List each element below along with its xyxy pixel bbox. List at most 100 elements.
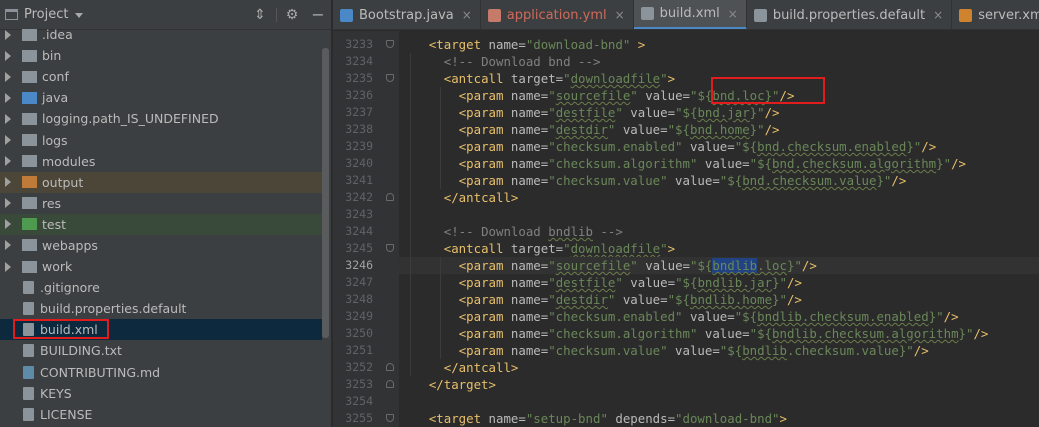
chevron-right-icon[interactable] (5, 92, 11, 103)
collapse-all-icon[interactable]: ⇕ (252, 7, 268, 23)
fold-marker-icon[interactable] (386, 380, 394, 388)
tree-item-label: logging.path_IS_UNDEFINED (42, 111, 219, 127)
tree-folder[interactable]: webapps (0, 235, 322, 256)
code-line[interactable]: <param name="checksum.value" value="${bn… (399, 342, 929, 359)
indent-guide (440, 87, 441, 189)
fold-marker-icon[interactable] (386, 40, 394, 48)
fold-marker-icon[interactable] (386, 414, 394, 422)
tree-folder[interactable]: work (0, 256, 322, 277)
project-scrollbar[interactable] (322, 48, 329, 338)
chevron-right-icon[interactable] (5, 240, 11, 251)
line-number: 3253 (345, 377, 373, 391)
fold-marker-icon[interactable] (386, 363, 394, 371)
code-line[interactable]: </target> (399, 376, 496, 393)
chevron-right-icon[interactable] (5, 261, 11, 272)
close-icon[interactable]: × (933, 8, 943, 22)
chevron-right-icon[interactable] (5, 29, 11, 40)
code-line[interactable]: <!-- Download bndlib --> (399, 223, 623, 240)
tab-label: build.properties.default (772, 7, 926, 23)
project-tree: .idea bin conf java logging.path_IS_UNDEFINE… (0, 24, 322, 425)
line-number: 3242 (345, 190, 373, 204)
tree-folder[interactable]: modules (0, 151, 322, 172)
folder-icon (22, 239, 37, 252)
chevron-right-icon[interactable] (5, 50, 11, 61)
code-line[interactable]: <param name="checksum.algorithm" value="… (399, 325, 989, 342)
chevron-right-icon[interactable] (5, 219, 11, 230)
code-line[interactable]: <param name="checksum.enabled" value="${… (399, 138, 936, 155)
tree-file[interactable]: build.properties.default (0, 298, 322, 319)
tree-folder[interactable]: logs (0, 129, 322, 150)
chevron-right-icon[interactable] (5, 156, 11, 167)
code-line[interactable]: <param name="sourcefile" value="${bndlib… (399, 257, 817, 274)
chevron-right-icon[interactable] (5, 198, 11, 209)
file-icon (23, 365, 34, 379)
file-icon (23, 281, 34, 295)
line-number: 3255 (345, 411, 373, 425)
tree-file[interactable]: KEYS (0, 383, 322, 404)
tree-file[interactable]: LICENSE (0, 404, 322, 425)
code-line[interactable]: <param name="destdir" value="${bndlib.ho… (399, 291, 802, 308)
tab-label: application.yml (506, 7, 607, 23)
code-line[interactable]: <target name="download-bnd" > (399, 36, 645, 53)
chevron-down-icon[interactable] (75, 13, 84, 18)
tree-file[interactable]: build.xml (0, 319, 322, 341)
line-number: 3236 (345, 88, 373, 102)
chevron-right-icon[interactable] (5, 177, 11, 188)
tree-folder[interactable]: logging.path_IS_UNDEFINED (0, 108, 322, 129)
tree-folder[interactable]: conf (0, 66, 322, 87)
line-number: 3235 (345, 71, 373, 85)
file-icon (23, 407, 34, 421)
line-number: 3245 (345, 241, 373, 255)
tree-item-label: output (42, 174, 84, 190)
code-line[interactable]: <!-- Download bnd --> (399, 53, 601, 70)
tree-file[interactable]: BUILDING.txt (0, 340, 322, 361)
code-line[interactable]: <param name="destfile" value="${bnd.jar}… (399, 104, 780, 121)
close-icon[interactable]: × (462, 8, 472, 22)
file-type-icon (640, 7, 654, 20)
tree-file[interactable]: CONTRIBUTING.md (0, 362, 322, 383)
line-number: 3246 (345, 258, 373, 272)
chevron-right-icon[interactable] (5, 135, 11, 146)
gear-icon[interactable]: ⚙ (284, 7, 300, 23)
editor-tab[interactable]: server.xml× (952, 0, 1039, 29)
tree-folder[interactable]: .idea (0, 24, 322, 45)
fold-marker-icon[interactable] (386, 193, 394, 201)
fold-marker-icon[interactable] (386, 74, 394, 82)
code-line[interactable]: <param name="checksum.algorithm" value="… (399, 155, 966, 172)
tree-folder[interactable]: test (0, 213, 322, 235)
header-divider (276, 8, 277, 22)
code-line[interactable]: <param name="checksum.value" value="${bn… (399, 172, 907, 189)
tree-item-label: logs (42, 132, 68, 148)
chevron-right-icon[interactable] (5, 113, 11, 124)
code-line[interactable]: <param name="destfile" value="${bndlib.j… (399, 274, 802, 291)
tree-folder[interactable]: output (0, 171, 322, 193)
file-type-icon (487, 8, 501, 22)
code-line[interactable]: <param name="checksum.enabled" value="${… (399, 308, 959, 325)
code-line[interactable]: <antcall target="downloadfile"> (399, 70, 675, 87)
code-line[interactable]: <param name="destdir" value="${bnd.home}… (399, 121, 780, 138)
indent-guide (440, 257, 441, 359)
line-number: 3234 (345, 54, 373, 68)
editor-tab[interactable]: build.xml × (633, 0, 747, 29)
hide-panel-icon[interactable]: − (310, 7, 326, 23)
annotation-box-build-xml (13, 319, 109, 340)
tree-folder[interactable]: res (0, 193, 322, 214)
tree-item-label: conf (42, 69, 69, 85)
tree-folder[interactable]: bin (0, 45, 322, 66)
tree-folder[interactable]: java (0, 87, 322, 108)
editor-tab[interactable]: build.properties.default × (747, 0, 953, 29)
fold-marker-icon[interactable] (386, 244, 394, 252)
code-line[interactable]: <antcall target="downloadfile"> (399, 240, 675, 257)
folder-icon (22, 49, 37, 62)
close-icon[interactable]: × (728, 7, 738, 21)
code-line[interactable]: </antcall> (399, 359, 519, 376)
chevron-right-icon[interactable] (5, 71, 11, 82)
editor-tab[interactable]: application.yml × (481, 0, 634, 29)
project-title[interactable]: Project (24, 7, 68, 22)
line-number: 3240 (345, 156, 373, 170)
close-icon[interactable]: × (615, 8, 625, 22)
line-number: 3254 (345, 394, 373, 408)
code-line[interactable]: <target name="setup-bnd" depends="downlo… (399, 410, 787, 427)
tree-file[interactable]: .gitignore (0, 277, 322, 298)
code-line[interactable]: </antcall> (399, 189, 519, 206)
